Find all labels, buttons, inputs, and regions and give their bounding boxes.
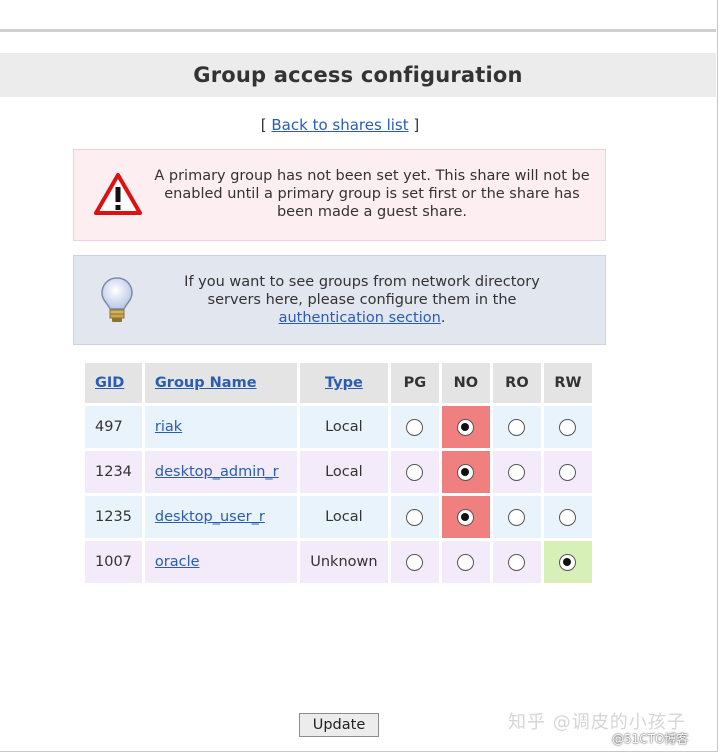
radio-rw[interactable]: [559, 463, 577, 481]
radio-rw[interactable]: [559, 553, 577, 571]
radio-ro[interactable]: [508, 508, 526, 526]
info-text: If you want to see groups from network d…: [162, 273, 562, 327]
radio-pg[interactable]: [406, 463, 424, 481]
cell-type: Local: [299, 496, 388, 538]
back-to-shares-link[interactable]: Back to shares list: [271, 116, 408, 134]
table-row: 1234 desktop_admin_r Local: [85, 451, 592, 493]
radio-no[interactable]: [457, 463, 475, 481]
page-title: Group access configuration: [193, 63, 523, 87]
table-row: 1235 desktop_user_r Local: [85, 496, 592, 538]
cell-gid: 1235: [85, 496, 142, 538]
cell-gid: 1007: [85, 541, 142, 583]
group-name-link[interactable]: desktop_user_r: [155, 509, 265, 525]
group-name-link[interactable]: oracle: [155, 554, 200, 570]
cell-ro: [492, 541, 541, 583]
top-divider: [0, 29, 716, 32]
cell-ro: [492, 406, 541, 448]
cell-rw: [543, 451, 592, 493]
cell-pg: [390, 496, 439, 538]
cell-type: Unknown: [299, 541, 388, 583]
cell-type: Local: [299, 451, 388, 493]
cell-gid: 1234: [85, 451, 142, 493]
cell-group-name: desktop_user_r: [144, 496, 297, 538]
cell-gid: 497: [85, 406, 142, 448]
lightbulb-icon: [101, 277, 133, 322]
cell-no: [441, 406, 490, 448]
update-button[interactable]: Update: [299, 713, 379, 737]
cell-group-name: riak: [144, 406, 297, 448]
warning-text: A primary group has not been set yet. Th…: [154, 168, 590, 220]
cell-ro: [492, 451, 541, 493]
header-rw: RW: [543, 363, 592, 403]
watermark-51cto: @51CTO博客: [612, 732, 689, 746]
radio-pg[interactable]: [406, 553, 424, 571]
back-line: [ Back to shares list ]: [0, 116, 680, 134]
header-gid[interactable]: GID: [85, 363, 142, 403]
cell-rw: [543, 496, 592, 538]
cell-no: [441, 496, 490, 538]
group-name-link[interactable]: desktop_admin_r: [155, 464, 279, 480]
cell-no: [441, 541, 490, 583]
cell-rw: [543, 406, 592, 448]
authentication-section-link[interactable]: authentication section: [279, 310, 441, 326]
cell-group-name: oracle: [144, 541, 297, 583]
header-no: NO: [441, 363, 490, 403]
radio-ro[interactable]: [508, 463, 526, 481]
radio-no[interactable]: [457, 508, 475, 526]
warning-message-box: A primary group has not been set yet. Th…: [73, 149, 606, 241]
info-text-after: .: [440, 310, 446, 326]
radio-ro[interactable]: [508, 418, 526, 436]
table-row: 497 riak Local: [85, 406, 592, 448]
radio-pg[interactable]: [406, 418, 424, 436]
radio-no[interactable]: [457, 418, 475, 436]
radio-pg[interactable]: [406, 508, 424, 526]
cell-rw: [543, 541, 592, 583]
cell-pg: [390, 406, 439, 448]
radio-ro[interactable]: [508, 553, 526, 571]
warning-triangle-icon: [94, 173, 142, 215]
cell-pg: [390, 541, 439, 583]
title-band: Group access configuration: [0, 53, 716, 97]
cell-ro: [492, 496, 541, 538]
header-group-name[interactable]: Group Name: [144, 363, 297, 403]
header-pg: PG: [390, 363, 439, 403]
cell-type: Local: [299, 406, 388, 448]
radio-rw[interactable]: [559, 508, 577, 526]
back-bracket-close: ]: [408, 116, 420, 134]
info-text-before: If you want to see groups from network d…: [184, 274, 540, 308]
info-message-box: If you want to see groups from network d…: [73, 255, 606, 345]
group-name-link[interactable]: riak: [155, 419, 182, 435]
header-type[interactable]: Type: [299, 363, 388, 403]
cell-pg: [390, 451, 439, 493]
table-header-row: GID Group Name Type PG NO RO RW: [85, 363, 592, 403]
table-row: 1007 oracle Unknown: [85, 541, 592, 583]
cell-group-name: desktop_admin_r: [144, 451, 297, 493]
header-ro: RO: [492, 363, 541, 403]
radio-no[interactable]: [457, 553, 475, 571]
back-bracket-open: [: [260, 116, 272, 134]
groups-table: GID Group Name Type PG NO RO RW 497 riak…: [82, 360, 595, 586]
cell-no: [441, 451, 490, 493]
radio-rw[interactable]: [559, 418, 577, 436]
